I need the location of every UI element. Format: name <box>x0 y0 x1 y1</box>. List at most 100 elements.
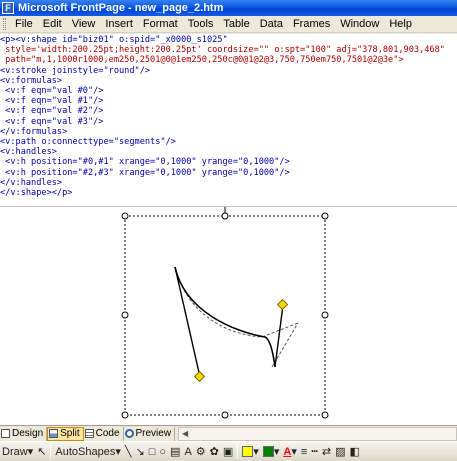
resize-handle-bottom[interactable] <box>221 411 229 419</box>
tab-split-label: Split <box>60 428 80 439</box>
resize-handle-top-right[interactable] <box>321 212 329 220</box>
menu-tools[interactable]: Tools <box>183 17 219 32</box>
line-icon: ╲ <box>124 446 132 458</box>
adjust-handle-2[interactable] <box>276 298 289 311</box>
tab-preview-label: Preview <box>135 428 172 439</box>
textbox-icon: ▤ <box>170 446 181 458</box>
diagram-button[interactable]: ⚙ <box>194 444 208 460</box>
code-line[interactable]: <v:f eqn="val #0"/> <box>0 86 457 96</box>
adjust-handle-1[interactable] <box>193 370 206 383</box>
tab-design-label: Design <box>12 428 44 439</box>
draw-menu-button[interactable]: Draw ▾ <box>0 444 35 460</box>
view-tabs: Design Split Code Preview ◀ <box>0 425 457 441</box>
vml-shape[interactable] <box>0 207 457 425</box>
clipart-icon: ✿ <box>209 446 219 458</box>
chevron-down-icon: ▾ <box>115 446 121 458</box>
code-line[interactable]: <v:f eqn="val #3"/> <box>0 117 457 127</box>
dash-style-button[interactable]: ┅ <box>309 444 320 460</box>
chevron-down-icon: ▾ <box>253 446 259 458</box>
tab-code-label: Code <box>95 428 120 439</box>
rectangle-button[interactable]: □ <box>147 444 158 460</box>
code-line[interactable]: <v:h position="#0,#1" xrange="0,1000" yr… <box>0 157 457 167</box>
picture-button[interactable]: ▣ <box>221 444 235 460</box>
menu-bar: File Edit View Insert Format Tools Table… <box>0 16 457 33</box>
resize-handle-right[interactable] <box>321 311 329 319</box>
code-line[interactable]: <v:handles> <box>0 147 457 157</box>
arrow-style-button[interactable]: ⇄ <box>320 444 333 460</box>
dash-style-icon: ┅ <box>311 446 318 458</box>
code-line[interactable]: <v:f eqn="val #1"/> <box>0 96 457 106</box>
line-button[interactable]: ╲ <box>123 444 134 460</box>
title-bar: F Microsoft FrontPage - new_page_2.htm <box>0 0 457 16</box>
oval-icon: ○ <box>159 445 167 458</box>
3d-style-icon: ◧ <box>349 446 360 458</box>
chevron-down-icon: ▾ <box>273 446 280 458</box>
textbox-button[interactable]: ▤ <box>168 444 182 460</box>
wordart-button[interactable]: A <box>182 444 193 460</box>
draw-label: Draw <box>2 445 28 458</box>
resize-handle-top[interactable] <box>221 212 229 220</box>
frontpage-app-icon[interactable]: F <box>2 2 14 14</box>
menu-help[interactable]: Help <box>384 17 417 32</box>
code-line[interactable]: style='width:200.25pt;height:200.25pt' c… <box>0 45 457 55</box>
chevron-down-icon: ▾ <box>27 446 34 458</box>
design-canvas[interactable] <box>0 206 457 425</box>
line-style-button[interactable]: ≡ <box>299 444 309 460</box>
code-line[interactable]: </v:shape></p> <box>0 188 457 198</box>
code-line[interactable]: </v:formulas> <box>0 127 457 137</box>
diagram-icon: ⚙ <box>195 446 206 458</box>
tab-code[interactable]: Code <box>84 426 124 441</box>
menu-bar-grip[interactable] <box>3 18 6 30</box>
code-editor[interactable]: <p><v:shape id="biz01" o:spid="_x0000_s1… <box>0 34 457 206</box>
tab-design[interactable]: Design <box>0 426 48 441</box>
line-color-button[interactable]: ▾ <box>261 444 282 460</box>
control-line-start <box>174 266 201 378</box>
drawing-toolbar: Draw ▾ ↖ AutoShapes ▾ ╲ ↘ □ ○ ▤ A ⚙ ✿ ▣ ▾ … <box>0 441 457 461</box>
code-line[interactable]: <v:stroke joinstyle="round"/> <box>0 66 457 76</box>
menu-format[interactable]: Format <box>138 17 183 32</box>
arrow-button[interactable]: ↘ <box>134 444 147 460</box>
split-view-icon <box>49 429 59 438</box>
shadow-style-button[interactable]: ▨ <box>333 444 347 460</box>
code-line[interactable]: <p><v:shape id="biz01" o:spid="_x0000_s1… <box>0 35 457 45</box>
design-view-icon <box>1 429 10 438</box>
menu-file[interactable]: File <box>10 17 38 32</box>
fill-color-button[interactable]: ▾ <box>240 444 261 460</box>
shadow-style-icon: ▨ <box>335 446 346 458</box>
menu-edit[interactable]: Edit <box>38 17 67 32</box>
autoshapes-menu-button[interactable]: AutoShapes ▾ <box>53 444 122 460</box>
code-line[interactable]: <v:h position="#2,#3" xrange="0,1000" yr… <box>0 168 457 178</box>
resize-handle-bottom-right[interactable] <box>321 411 329 419</box>
menu-window[interactable]: Window <box>335 17 384 32</box>
menu-view[interactable]: View <box>67 17 101 32</box>
font-color-button[interactable]: A ▾ <box>281 444 298 460</box>
code-line[interactable]: <v:path o:connecttype="segments"/> <box>0 137 457 147</box>
code-line[interactable]: <v:f eqn="val #2"/> <box>0 106 457 116</box>
chevron-down-icon: ▾ <box>291 446 297 458</box>
resize-handle-bottom-left[interactable] <box>121 411 129 419</box>
oval-button[interactable]: ○ <box>157 444 168 460</box>
clipart-button[interactable]: ✿ <box>208 444 221 460</box>
resize-handle-top-left[interactable] <box>121 212 129 220</box>
select-objects-button[interactable]: ↖ <box>35 444 48 460</box>
scroll-left-icon[interactable]: ◀ <box>179 428 191 440</box>
3d-style-button[interactable]: ◧ <box>348 444 362 460</box>
control-line-end <box>274 304 284 368</box>
resize-handle-left[interactable] <box>121 311 129 319</box>
bezier-curve <box>174 266 276 368</box>
arrow-icon: ↘ <box>135 446 145 458</box>
arrow-style-icon: ⇄ <box>321 446 332 458</box>
menu-table[interactable]: Table <box>218 17 254 32</box>
menu-frames[interactable]: Frames <box>288 17 335 32</box>
menu-data[interactable]: Data <box>255 17 288 32</box>
toolbar-separator <box>50 444 52 459</box>
menu-insert[interactable]: Insert <box>100 17 138 32</box>
window-title: Microsoft FrontPage - new_page_2.htm <box>18 2 224 14</box>
tab-preview[interactable]: Preview <box>124 426 176 441</box>
tab-split[interactable]: Split <box>47 426 84 441</box>
line-color-swatch <box>262 446 274 457</box>
code-line[interactable]: <v:formulas> <box>0 76 457 86</box>
code-line[interactable]: </v:handles> <box>0 178 457 188</box>
code-line[interactable]: path="m,1,1000r1000,em250,2501@0@1em250,… <box>0 55 457 65</box>
horizontal-scrollbar[interactable]: ◀ <box>178 426 457 441</box>
